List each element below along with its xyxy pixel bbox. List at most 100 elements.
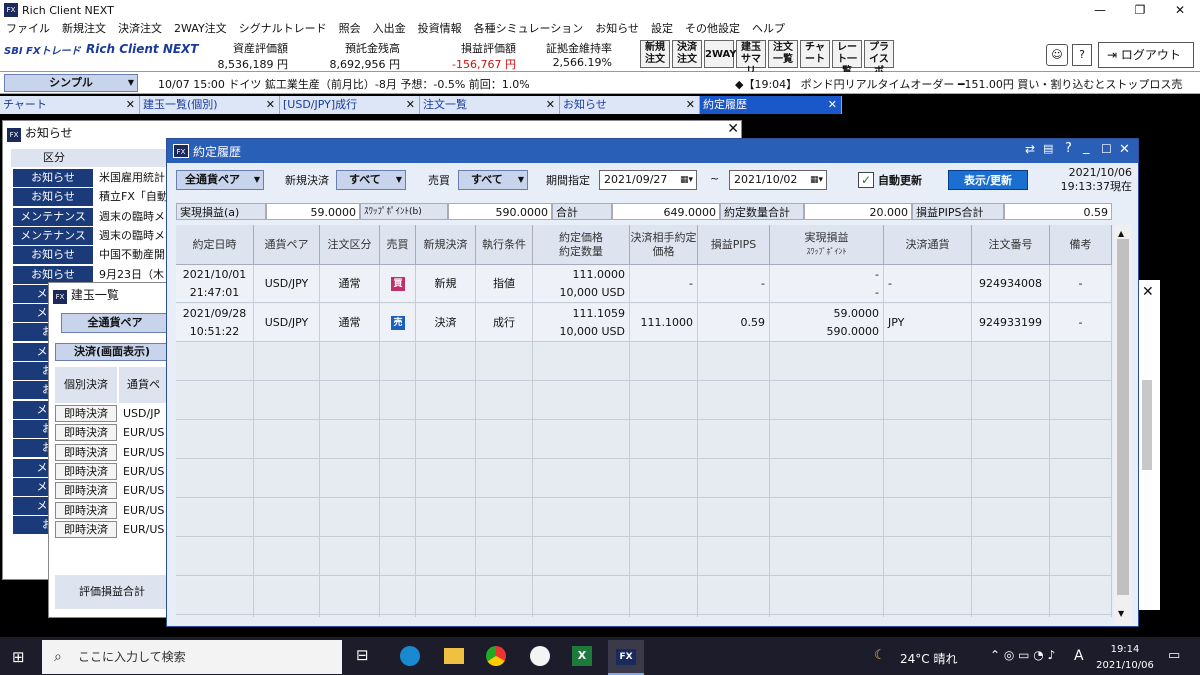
instant-settle-button[interactable]: 即時決済 <box>55 520 117 538</box>
tab-market-order[interactable]: [USD/JPY]成行 ✕ <box>280 96 420 114</box>
view-select[interactable]: シンプル ▼ <box>4 74 138 92</box>
column-header[interactable]: 損益PIPS <box>698 225 770 265</box>
edge-icon[interactable] <box>400 646 420 666</box>
close-icon[interactable]: ✕ <box>1160 0 1200 20</box>
menu-deposit[interactable]: 入出金 <box>367 20 412 38</box>
column-header[interactable]: 新規決済 <box>416 225 476 265</box>
news-scroller[interactable]: ◆【19:04】 ポンド円リアルタイムオーダー ━151.00円 買い・割り込む… <box>735 76 1200 92</box>
tab-chart[interactable]: チャート ✕ <box>0 96 140 114</box>
notification-icon[interactable]: ▭ <box>1168 648 1180 663</box>
table-scrollbar[interactable]: ▲ ▼ <box>1114 225 1132 625</box>
rate-list-button[interactable]: レート一覧 <box>832 40 862 77</box>
task-view-icon[interactable]: ⊟ <box>356 646 369 664</box>
notice-category[interactable]: お知らせ <box>13 169 93 187</box>
price-board-button[interactable]: プライスボ <box>864 40 894 77</box>
scroll-up-icon[interactable]: ▲ <box>1118 229 1124 238</box>
excel-icon[interactable]: X <box>572 646 592 666</box>
tab-positions[interactable]: 建玉一覧(個別) ✕ <box>140 96 280 114</box>
menu-notice[interactable]: お知らせ <box>589 20 645 38</box>
tray-icons[interactable]: ⌃ ◎ ▭ ◔ ♪ <box>990 648 1055 662</box>
clock[interactable]: 19:14 2021/10/06 <box>1094 642 1156 674</box>
positions-pair-select[interactable]: 全通貨ペア <box>61 313 169 333</box>
menu-file[interactable]: ファイル <box>0 20 56 38</box>
menu-settle-order[interactable]: 決済注文 <box>112 20 168 38</box>
instant-settle-button[interactable]: 即時決済 <box>55 482 117 500</box>
date-to-input[interactable]: 2021/10/02 ▦▾ <box>729 170 827 190</box>
scrollbar-thumb[interactable] <box>1117 239 1129 595</box>
restore-icon[interactable]: ❐ <box>1120 0 1160 20</box>
windows-start-icon[interactable]: ⊞ <box>12 648 25 666</box>
close-icon[interactable]: ✕ <box>406 96 415 114</box>
help-icon[interactable]: ? <box>1065 141 1072 156</box>
column-header[interactable]: 決済通貨 <box>884 225 972 265</box>
tab-order-list[interactable]: 注文一覧 ✕ <box>420 96 560 114</box>
menu-other-settings[interactable]: その他設定 <box>679 20 746 38</box>
scrollbar-thumb[interactable] <box>1142 380 1152 470</box>
explorer-icon[interactable] <box>444 648 464 664</box>
column-header[interactable]: 注文区分 <box>320 225 380 265</box>
auto-refresh-checkbox[interactable]: ✓ <box>858 172 874 188</box>
fx-app-taskbar-icon[interactable]: FX <box>608 640 644 675</box>
robot-icon[interactable]: ☺ <box>1046 44 1068 66</box>
scroll-down-icon[interactable]: ▼ <box>1118 609 1124 618</box>
tab-notice[interactable]: お知らせ ✕ <box>560 96 700 114</box>
menu-2way[interactable]: 2WAY注文 <box>168 20 233 38</box>
menu-settings[interactable]: 設定 <box>645 20 679 38</box>
instant-settle-button[interactable]: 即時決済 <box>55 501 117 519</box>
menu-inquiry[interactable]: 照会 <box>333 20 367 38</box>
close-icon[interactable]: ✕ <box>126 96 135 114</box>
notice-category[interactable]: メンテナンス <box>13 226 93 245</box>
taskbar-search[interactable]: ⌕ ここに入力して検索 <box>42 640 342 674</box>
maximize-icon[interactable]: ☐ <box>1101 142 1112 156</box>
close-icon[interactable]: ✕ <box>546 96 555 114</box>
instant-settle-button[interactable]: 即時決済 <box>55 443 117 461</box>
new-order-button[interactable]: 新規注文 <box>640 40 670 68</box>
close-icon[interactable]: ✕ <box>727 121 739 137</box>
weather-text[interactable]: 24°C 晴れ <box>900 650 957 667</box>
menu-simulation[interactable]: 各種シミュレーション <box>468 20 590 38</box>
notice-category[interactable]: お知らせ <box>13 246 93 265</box>
menu-new-order[interactable]: 新規注文 <box>56 20 112 38</box>
close-icon[interactable]: ✕ <box>1142 284 1154 300</box>
calendar-icon[interactable]: ▦▾ <box>680 171 693 189</box>
csv-icon[interactable]: ▤ <box>1043 142 1053 155</box>
column-header[interactable]: 執行条件 <box>476 225 533 265</box>
ime-indicator[interactable]: A <box>1074 648 1084 664</box>
column-header[interactable]: 実現損益 ｽﾜｯﾌﾟﾎﾟｲﾝﾄ <box>770 225 884 265</box>
notice-category[interactable]: メンテナンス <box>13 207 93 226</box>
help-icon[interactable]: ? <box>1072 44 1092 66</box>
settle-display-button[interactable]: 決済(画面表示) <box>55 343 169 361</box>
column-header[interactable]: 備考 <box>1050 225 1112 265</box>
date-from-input[interactable]: 2021/09/27 ▦▾ <box>599 170 697 190</box>
notice-category[interactable]: お知らせ <box>13 265 93 284</box>
position-summary-button[interactable]: 建玉サマリ <box>736 40 766 77</box>
side-select[interactable]: すべて ▼ <box>458 170 528 190</box>
calendar-icon[interactable]: ▦▾ <box>810 171 823 189</box>
column-header[interactable]: 決済相手約定価格 <box>630 225 698 265</box>
menu-help[interactable]: ヘルプ <box>746 20 791 38</box>
column-header[interactable]: 約定価格 約定数量 <box>533 225 630 265</box>
notice-category[interactable]: お知らせ <box>13 188 93 207</box>
menu-signal[interactable]: シグナルトレード <box>233 20 333 38</box>
app-icon[interactable] <box>530 646 550 666</box>
column-header[interactable]: 通貨ペア <box>254 225 320 265</box>
instant-settle-button[interactable]: 即時決済 <box>55 405 117 422</box>
tab-execution-history[interactable]: 約定履歴 ✕ <box>700 96 842 114</box>
chrome-icon[interactable] <box>486 646 506 666</box>
close-icon[interactable]: ✕ <box>266 96 275 114</box>
new-settle-select[interactable]: すべて ▼ <box>336 170 406 190</box>
settle-order-button[interactable]: 決済注文 <box>672 40 702 68</box>
chart-button[interactable]: チャート <box>800 40 830 68</box>
link-icon[interactable]: ⇄ <box>1025 142 1035 156</box>
refresh-button[interactable]: 表示/更新 <box>948 170 1028 190</box>
close-icon[interactable]: ✕ <box>1119 142 1130 157</box>
logout-button[interactable]: ⇥ ログアウト <box>1098 42 1194 68</box>
2way-button[interactable]: 2WAY <box>704 40 737 68</box>
instant-settle-button[interactable]: 即時決済 <box>55 462 117 480</box>
menu-info[interactable]: 投資情報 <box>412 20 468 38</box>
minimize-icon[interactable]: _ <box>1083 140 1090 155</box>
column-header[interactable]: 売買 <box>380 225 416 265</box>
close-icon[interactable]: ✕ <box>686 96 695 114</box>
order-list-button[interactable]: 注文一覧 <box>768 40 798 68</box>
column-header[interactable]: 注文番号 <box>972 225 1050 265</box>
